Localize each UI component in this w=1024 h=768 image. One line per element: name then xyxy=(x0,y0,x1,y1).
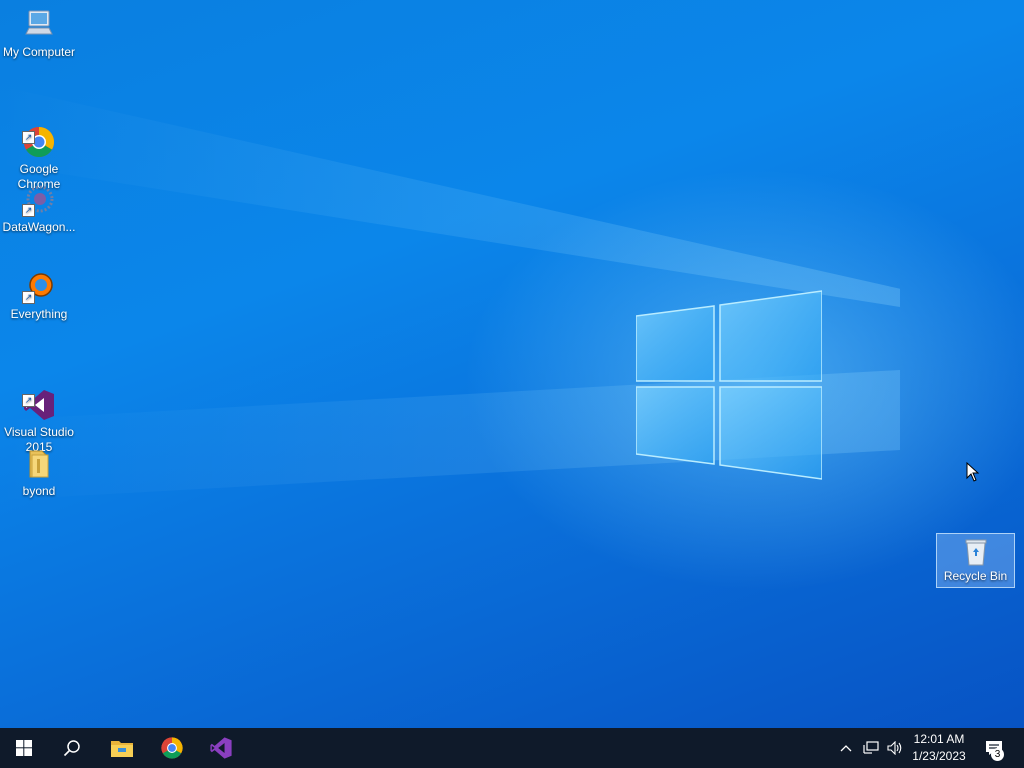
desktop-icon-recycle-bin[interactable]: Recycle Bin xyxy=(936,533,1015,588)
chevron-up-icon xyxy=(840,745,852,752)
action-center-button[interactable]: 3 xyxy=(976,728,1012,768)
volume-button[interactable] xyxy=(884,728,906,768)
volume-icon xyxy=(887,741,902,755)
desktop-icon-label: Recycle Bin xyxy=(943,569,1008,583)
chrome-icon xyxy=(161,737,183,759)
taskbar-google-chrome[interactable] xyxy=(148,728,196,768)
shortcut-arrow-icon: ↗ xyxy=(22,291,35,304)
taskbar: 12:01 AM 1/23/2023 3 xyxy=(0,728,1024,768)
taskbar-file-explorer[interactable] xyxy=(98,728,146,768)
visual-studio-icon xyxy=(210,737,232,759)
start-button[interactable] xyxy=(0,728,48,768)
desktop-icon-byond[interactable]: byond xyxy=(0,447,78,499)
clock[interactable]: 12:01 AM 1/23/2023 xyxy=(906,728,972,768)
desktop-icon-my-computer[interactable]: My Computer xyxy=(0,8,78,60)
network-button[interactable] xyxy=(860,728,882,768)
visual-studio-icon: ↗ xyxy=(22,373,56,420)
chrome-icon: ↗ xyxy=(22,110,56,158)
desktop-icon-label: My Computer xyxy=(2,45,76,59)
desktop-icon-datawagon[interactable]: ↗ DataWagon... xyxy=(0,183,78,235)
recycle-bin-icon xyxy=(961,538,991,566)
shortcut-arrow-icon: ↗ xyxy=(22,394,35,407)
notification-count-badge: 3 xyxy=(991,748,1004,761)
datawagon-icon: ↗ xyxy=(22,183,56,217)
mouse-cursor-icon xyxy=(966,462,980,482)
desktop-icon-label: Everything xyxy=(10,307,68,321)
clock-date: 1/23/2023 xyxy=(912,749,966,763)
desktop-icon-label: byond xyxy=(22,484,56,498)
computer-icon xyxy=(22,8,56,42)
desktop[interactable]: My Computer ↗ Google Chrome ↗ DataWagon.… xyxy=(0,0,1024,728)
windows-start-icon xyxy=(16,740,32,756)
file-explorer-icon xyxy=(111,741,133,757)
search-icon xyxy=(63,740,80,757)
everything-icon: ↗ xyxy=(22,270,56,304)
search-button[interactable] xyxy=(48,728,96,768)
clock-time: 12:01 AM xyxy=(913,732,965,746)
shortcut-arrow-icon: ↗ xyxy=(22,204,35,217)
windows-logo-wallpaper xyxy=(636,290,822,480)
taskbar-visual-studio[interactable] xyxy=(197,728,245,768)
desktop-icon-everything[interactable]: ↗ Everything xyxy=(0,270,78,322)
network-icon xyxy=(863,741,879,754)
show-hidden-icons-button[interactable] xyxy=(836,728,856,768)
shortcut-arrow-icon: ↗ xyxy=(22,131,35,144)
desktop-icon-label: DataWagon... xyxy=(2,220,76,234)
light-beam xyxy=(0,86,900,307)
folder-icon xyxy=(22,447,56,481)
